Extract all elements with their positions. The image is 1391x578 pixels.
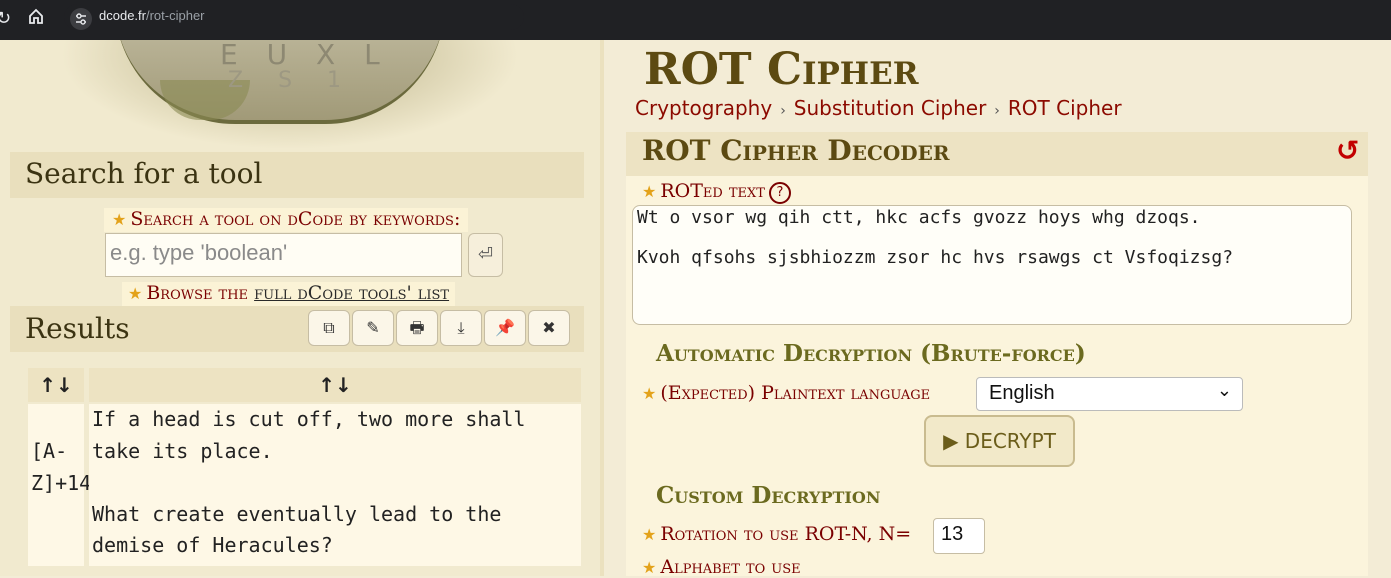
star-icon: ★ xyxy=(128,284,143,303)
cryptex-letters-top: E U X L xyxy=(220,40,390,71)
url-text: dcode.fr/rot-cipher xyxy=(99,8,205,23)
enter-icon: ⏎ xyxy=(477,244,494,265)
roted-text-label-text: ROTed text xyxy=(660,180,765,202)
reload-icon[interactable]: ↻ xyxy=(0,8,11,29)
main-content: ROT Cipher Cryptography › Substitution Cip… xyxy=(604,40,1391,578)
address-bar[interactable]: dcode.fr/rot-cipher xyxy=(64,4,524,30)
roted-text-input[interactable]: Wt o vsor wg qih ctt, hkc acfs gvozz hoy… xyxy=(632,205,1352,325)
result-key-cell: [A-Z]+14 xyxy=(28,404,91,566)
browse-prefix: Browse the xyxy=(146,282,255,304)
star-icon: ★ xyxy=(642,182,657,201)
site-settings-icon[interactable] xyxy=(70,8,92,30)
pin-icon: 📌 xyxy=(495,318,515,337)
print-button[interactable]: 🖶 xyxy=(396,310,438,346)
breadcrumb-rot[interactable]: ROT Cipher xyxy=(1008,96,1122,120)
sort-column-value[interactable]: ↑↓ xyxy=(89,368,581,402)
breadcrumb-separator: › xyxy=(780,103,786,119)
tool-search-input[interactable]: e.g. type 'boolean' xyxy=(105,233,462,277)
copy-button[interactable]: ⧉ xyxy=(308,310,350,346)
hero-image: E U X L Z S 1 xyxy=(60,40,520,152)
pin-button[interactable]: 📌 xyxy=(484,310,526,346)
star-icon: ★ xyxy=(642,384,657,403)
close-icon: ✖ xyxy=(542,318,556,337)
search-submit-button[interactable]: ⏎ xyxy=(468,233,503,277)
help-icon[interactable]: ? xyxy=(768,182,791,204)
url-domain: dcode.fr xyxy=(99,8,146,23)
results-title: Results xyxy=(25,312,130,345)
star-icon: ★ xyxy=(642,558,657,577)
language-label-text: (Expected) Plaintext language xyxy=(660,382,931,404)
decoder-title: ROT Cipher Decoder xyxy=(642,134,950,167)
sort-column-key[interactable]: ↑↓ xyxy=(28,368,84,402)
browser-toolbar: ↻ dcode.fr/rot-cipher xyxy=(0,0,1391,40)
download-icon: ⤓ xyxy=(457,318,465,337)
url-path: /rot-cipher xyxy=(145,8,205,23)
rotation-label: ★ Rotation to use ROT-N, N= xyxy=(642,523,911,545)
print-icon: 🖶 xyxy=(409,318,425,337)
keywords-label-text: Search a tool on dCode by keywords: xyxy=(130,208,461,230)
results-section-header: Results ⧉ ✎ 🖶 ⤓ 📌 ✖ xyxy=(10,306,584,352)
breadcrumb-cryptography[interactable]: Cryptography xyxy=(635,96,772,120)
chevron-down-icon: ⌄ xyxy=(1216,380,1232,400)
language-select[interactable]: English ⌄ xyxy=(976,377,1243,411)
search-section-header: Search for a tool xyxy=(10,152,584,198)
star-icon: ★ xyxy=(642,525,657,544)
language-select-value: English xyxy=(989,382,1055,404)
auto-decryption-heading: Automatic Decryption (Brute-force) xyxy=(656,340,1086,367)
breadcrumb-separator: › xyxy=(994,103,1000,119)
search-title: Search for a tool xyxy=(25,157,263,190)
decrypt-button[interactable]: ▶ DECRYPT xyxy=(924,415,1075,467)
close-button[interactable]: ✖ xyxy=(528,310,570,346)
alphabet-label: ★ Alphabet to use xyxy=(642,556,801,578)
rotation-input[interactable]: 13 xyxy=(933,518,985,554)
result-value-cell[interactable]: If a head is cut off, two more shall tak… xyxy=(89,404,581,566)
page-title: ROT Cipher xyxy=(644,44,919,95)
rotation-label-text: Rotation to use ROT-N, N= xyxy=(660,523,912,545)
alphabet-label-text: Alphabet to use xyxy=(660,556,801,578)
full-tools-list-link[interactable]: full dCode tools' list xyxy=(254,282,449,304)
copy-icon: ⧉ xyxy=(323,318,335,337)
decoder-header: ROT Cipher Decoder ↺ xyxy=(626,132,1368,176)
left-sidebar: E U X L Z S 1 Search for a tool ★ Search … xyxy=(0,40,604,576)
download-button[interactable]: ⤓ xyxy=(440,310,482,346)
roted-text-label: ★ ROTed text? xyxy=(642,180,791,204)
decoder-panel: ROT Cipher Decoder ↺ ★ ROTed text? Wt o v… xyxy=(626,132,1368,578)
cryptex-letters-bottom: Z S 1 xyxy=(228,68,356,93)
breadcrumb: Cryptography › Substitution Cipher › ROT Cip… xyxy=(635,96,1122,120)
breadcrumb-substitution[interactable]: Substitution Cipher xyxy=(794,96,987,120)
language-label: ★ (Expected) Plaintext language xyxy=(642,382,930,404)
keywords-label: ★ Search a tool on dCode by keywords: xyxy=(104,208,469,232)
scroll-icon: ✎ xyxy=(366,318,380,337)
home-icon[interactable] xyxy=(28,8,44,24)
browse-tools-link[interactable]: ★ Browse the full dCode tools' list xyxy=(122,282,456,306)
custom-decryption-heading: Custom Decryption xyxy=(656,482,881,509)
edit-button[interactable]: ✎ xyxy=(352,310,394,346)
star-icon: ★ xyxy=(112,210,127,229)
reset-icon[interactable]: ↺ xyxy=(1336,134,1359,167)
